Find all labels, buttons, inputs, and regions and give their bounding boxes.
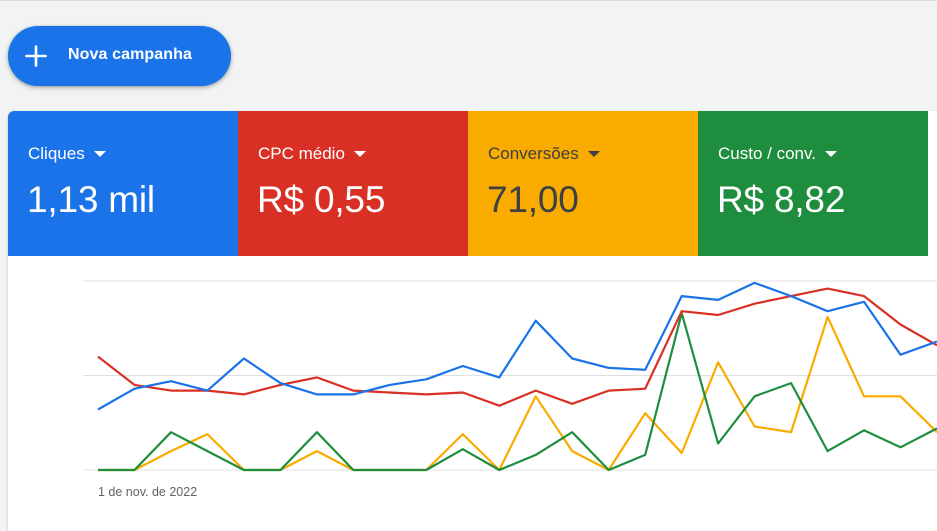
plus-icon xyxy=(25,45,47,67)
metric-value: R$ 0,55 xyxy=(257,179,386,220)
metric-tab-conversions[interactable]: Conversões 71,00 xyxy=(468,111,698,256)
dropdown-arrow-icon xyxy=(353,151,366,157)
metric-selector[interactable]: Cliques xyxy=(28,144,106,164)
metric-value: 1,13 mil xyxy=(27,179,155,220)
metric-title: Cliques xyxy=(28,144,85,163)
series-line-clicks xyxy=(97,281,937,411)
dropdown-arrow-icon xyxy=(93,151,106,157)
x-axis-start-label: 1 de nov. de 2022 xyxy=(98,485,197,499)
performance-card: Cliques 1,13 mil CPC médio R$ 0,55 Conve… xyxy=(8,111,937,531)
new-campaign-label: Nova campanha xyxy=(68,46,193,63)
metric-tab-avg-cpc[interactable]: CPC médio R$ 0,55 xyxy=(238,111,468,256)
metric-tab-clicks[interactable]: Cliques 1,13 mil xyxy=(8,111,238,256)
metric-title: Conversões xyxy=(488,144,579,163)
metric-title: Custo / conv. xyxy=(718,144,816,163)
metric-tabs: Cliques 1,13 mil CPC médio R$ 0,55 Conve… xyxy=(8,111,937,256)
top-divider xyxy=(0,0,937,1)
metric-value: R$ 8,82 xyxy=(717,179,846,220)
metric-selector[interactable]: Conversões xyxy=(488,144,600,164)
metric-value: 71,00 xyxy=(487,179,579,220)
metric-tab-cost-per-conversion[interactable]: Custo / conv. R$ 8,82 xyxy=(698,111,928,256)
dropdown-arrow-icon xyxy=(587,151,600,157)
series-line-conversions xyxy=(98,315,937,472)
performance-line-chart: 1 de nov. de 2022 xyxy=(83,280,937,499)
metric-selector[interactable]: CPC médio xyxy=(258,144,366,164)
chart-series xyxy=(97,281,937,472)
new-campaign-button[interactable]: Nova campanha xyxy=(8,26,231,86)
metric-selector[interactable]: Custo / conv. xyxy=(718,144,837,164)
dropdown-arrow-icon xyxy=(824,151,837,157)
metric-title: CPC médio xyxy=(258,144,345,163)
